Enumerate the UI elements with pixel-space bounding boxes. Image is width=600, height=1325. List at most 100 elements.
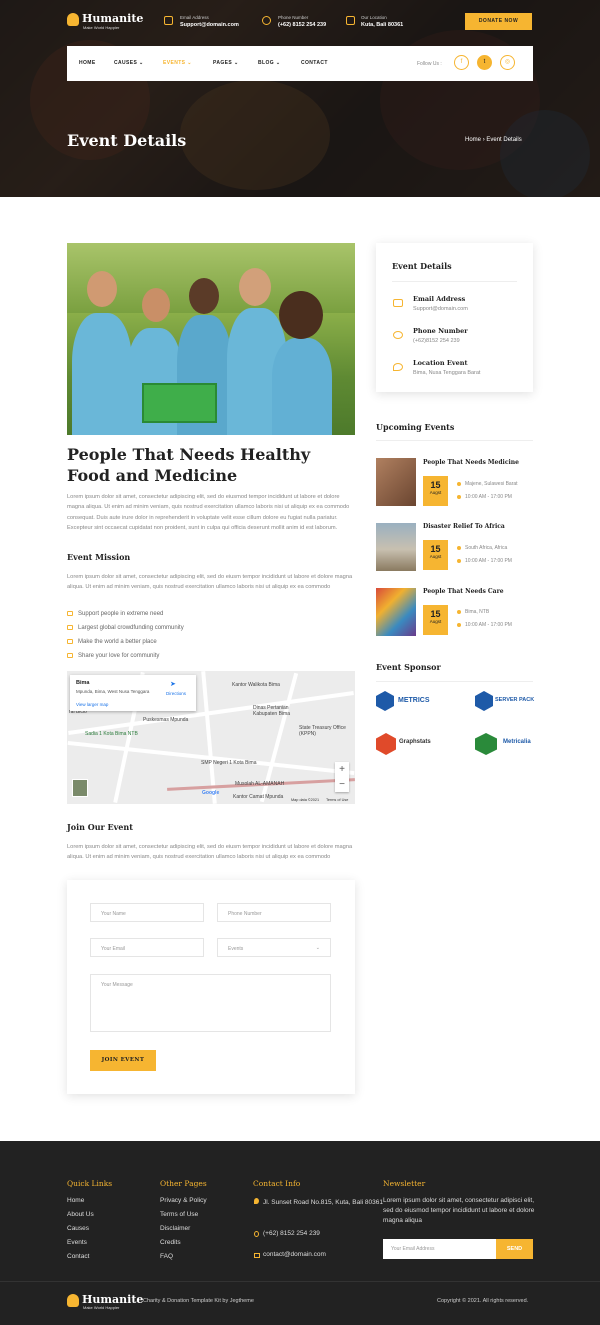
details-location: Bima, Nusa Tenggara Barat (413, 370, 481, 376)
nav-blog-label: BLOG (258, 60, 275, 66)
footer-link-privacy[interactable]: Privacy & Policy (160, 1197, 207, 1204)
map-info-card: Bima Mpunda, Bima, West Nusa Tenggara Vi… (70, 675, 196, 711)
metricalia-logo[interactable] (475, 733, 497, 755)
date-day: 15 (430, 609, 441, 619)
breadcrumb-home[interactable]: Home (465, 137, 481, 143)
zoom-in-icon[interactable]: + (335, 762, 349, 777)
footer-brand-tagline: Make World Happier (83, 1305, 120, 1310)
mission-item: Support people in extreme need (67, 611, 163, 617)
map-label: Kantor Camat Mpunda (233, 794, 284, 800)
email-label: Email Address (180, 15, 209, 20)
main-nav: HOME CAUSES ⌄ EVENTS ⌄ PAGES ⌄ BLOG ⌄ CO… (67, 46, 533, 81)
view-larger-map-link[interactable]: View larger map (76, 702, 108, 707)
mission-item-label: Largest global crowdfunding community (78, 625, 184, 632)
event-link[interactable]: People That Needs Medicine (423, 459, 519, 466)
directions-link[interactable]: Directions (166, 691, 186, 696)
check-icon (67, 639, 73, 644)
event-place-label: South Africa, Africa (465, 545, 508, 551)
nav-pages[interactable]: PAGES ⌄ (213, 46, 239, 81)
hand-logo-icon (67, 1294, 79, 1307)
footer-link-disclaimer[interactable]: Disclaimer (160, 1225, 190, 1232)
event-thumbnail[interactable] (376, 588, 416, 636)
mission-title: Event Mission (67, 552, 131, 562)
footer-phone[interactable]: (+62) 8152 254 239 (263, 1230, 320, 1237)
clock-icon (457, 622, 461, 627)
join-title: Join Our Event (67, 822, 133, 832)
message-field[interactable]: Your Message (90, 974, 331, 1032)
date-day: 15 (430, 544, 441, 554)
map-label: State Treasury Office (KPPN) (299, 725, 346, 737)
footer-link-contact[interactable]: Contact (67, 1253, 89, 1260)
home-icon (346, 16, 355, 25)
serverpack-logo[interactable] (475, 691, 493, 711)
nav-blog[interactable]: BLOG ⌄ (258, 46, 280, 81)
event-time: 10:00 AM - 17:00 PM (457, 558, 512, 564)
chevron-down-icon: ⌄ (139, 60, 144, 66)
date-day: 15 (430, 480, 441, 490)
join-text: Lorem ipsum dolor sit amet, consectetur … (67, 844, 353, 861)
mission-item: Share your love for community (67, 653, 159, 659)
newsletter-send-button[interactable]: SEND (496, 1239, 533, 1259)
date-badge: 15 Augst (423, 605, 448, 635)
map-terms[interactable]: Terms of Use (326, 798, 348, 802)
facebook-icon[interactable]: f (454, 55, 469, 70)
email-field[interactable]: Your Email (90, 938, 204, 957)
twitter-icon[interactable]: t (477, 55, 492, 70)
event-time: 10:00 AM - 17:00 PM (457, 622, 512, 628)
phone-value[interactable]: (+62) 8152 254 239 (278, 22, 326, 28)
sponsor-title: Event Sponsor (376, 662, 441, 672)
phone-icon (262, 16, 271, 25)
directions-icon[interactable]: ➤ (170, 680, 176, 688)
map-label: Musolah AL-AMANAH (235, 781, 285, 787)
sponsor-metrics[interactable]: METRICS (398, 697, 430, 704)
map-label: Dinas Pertanian Kabupaten Bima (253, 705, 290, 717)
footer-link-home[interactable]: Home (67, 1197, 84, 1204)
location-pin-icon (457, 545, 461, 550)
mission-item-label: Support people in extreme need (78, 611, 164, 618)
events-select-value: Events (228, 946, 244, 952)
footer-email[interactable]: contact@domain.com (263, 1251, 326, 1258)
graphstats-logo[interactable] (376, 733, 396, 755)
nav-contact[interactable]: CONTACT (301, 46, 328, 81)
satellite-toggle[interactable] (72, 779, 88, 797)
volunteers-photo (67, 243, 355, 435)
phone-field[interactable]: Phone Number (217, 903, 331, 922)
name-field[interactable]: Your Name (90, 903, 204, 922)
footer-link-causes[interactable]: Causes (67, 1225, 89, 1232)
newsletter-email-input[interactable]: Your Email Address (383, 1239, 496, 1259)
zoom-control: + − (335, 762, 349, 792)
brand-name[interactable]: Humanite (82, 12, 143, 25)
mission-text: Lorem ipsum dolor sit amet, consectetur … (67, 574, 353, 591)
footer-link-events[interactable]: Events (67, 1239, 87, 1246)
donate-button[interactable]: DONATE NOW (465, 13, 532, 30)
event-details-card: Event Details Email Address Support@doma… (376, 243, 533, 392)
nav-home[interactable]: HOME (79, 46, 96, 81)
join-event-button[interactable]: JOIN EVENT (90, 1050, 156, 1071)
event-thumbnail[interactable] (376, 523, 416, 571)
sponsor-serverpack[interactable]: SERVER PACK (495, 697, 534, 703)
event-thumbnail[interactable] (376, 458, 416, 506)
event-time-label: 10:00 AM - 17:00 PM (465, 622, 512, 628)
nav-causes[interactable]: CAUSES ⌄ (114, 46, 144, 81)
zoom-out-icon[interactable]: − (335, 777, 349, 792)
event-link[interactable]: People That Needs Care (423, 588, 504, 595)
footer-copyright: Copyright © 2021. All rights reserved. (437, 1298, 529, 1304)
email-value[interactable]: Support@domain.com (180, 22, 239, 28)
footer-link-faq[interactable]: FAQ (160, 1253, 173, 1260)
hand-logo-icon (67, 13, 79, 26)
footer-link-terms[interactable]: Terms of Use (160, 1211, 198, 1218)
footer-link-about[interactable]: About Us (67, 1211, 94, 1218)
details-email: Support@domain.com (413, 306, 468, 312)
footer-link-credits[interactable]: Credits (160, 1239, 181, 1246)
metrics-logo[interactable] (376, 691, 394, 711)
page-title: Event Details (67, 131, 187, 150)
nav-events[interactable]: EVENTS ⌄ (163, 46, 192, 81)
date-month: Augst (429, 490, 442, 495)
event-time-label: 10:00 AM - 17:00 PM (465, 558, 512, 564)
event-link[interactable]: Disaster Relief To Africa (423, 523, 505, 530)
sponsor-metricalia[interactable]: Metricalia (503, 739, 531, 745)
sponsor-graphstats[interactable]: Graphstats (399, 739, 431, 745)
quick-links-title: Quick Links (67, 1179, 113, 1188)
instagram-icon[interactable]: ◎ (500, 55, 515, 70)
events-select[interactable]: Events ⌄ (217, 938, 331, 957)
